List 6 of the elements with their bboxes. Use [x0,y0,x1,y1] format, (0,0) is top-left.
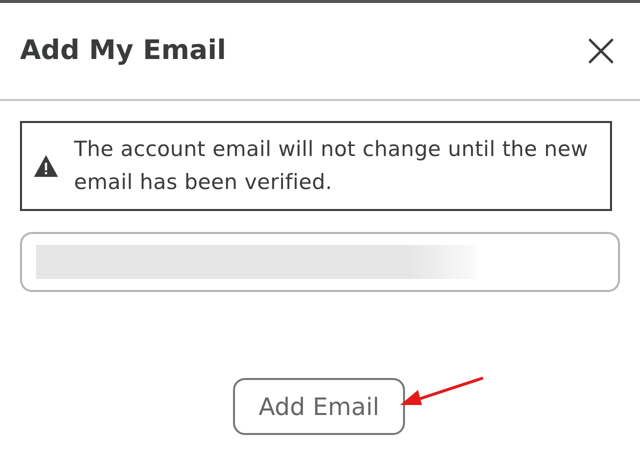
warning-text: The account email will not change until the new email has been verified. [74,136,590,196]
email-field[interactable] [20,232,620,292]
warning-icon [32,154,60,178]
dialog-title: Add My Email [20,34,226,68]
add-email-button[interactable]: Add Email [233,378,405,435]
close-icon[interactable] [588,38,614,64]
